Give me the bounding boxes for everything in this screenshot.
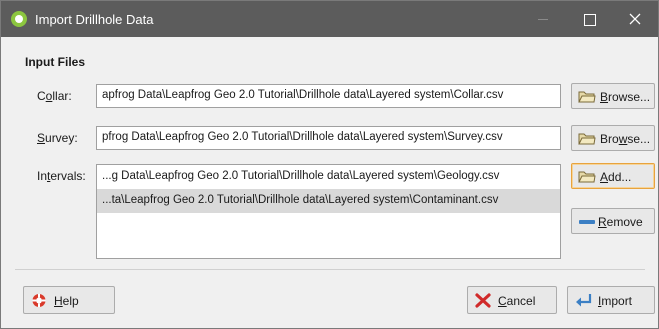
intervals-label: Intervals:	[37, 169, 86, 183]
folder-icon	[578, 91, 596, 103]
input-files-heading: Input Files	[25, 55, 85, 69]
import-drillhole-dialog: Import Drillhole Data Input Files Collar…	[0, 0, 659, 329]
red-x-cancel-icon	[475, 293, 491, 308]
survey-path-field[interactable]: pfrog Data\Leapfrog Geo 2.0 Tutorial\Dri…	[96, 126, 561, 150]
add-interval-button[interactable]: Add...	[571, 163, 655, 189]
survey-browse-button[interactable]: Browse...	[571, 125, 655, 151]
folder-icon	[578, 171, 596, 183]
lifebuoy-help-icon	[32, 294, 46, 307]
close-icon[interactable]	[612, 1, 658, 37]
window-title: Import Drillhole Data	[35, 12, 154, 27]
list-item-selected[interactable]: ...ta\Leapfrog Geo 2.0 Tutorial\Drillhol…	[97, 189, 560, 213]
minimize-icon[interactable]	[520, 1, 566, 37]
title-bar[interactable]: Import Drillhole Data	[1, 1, 658, 37]
collar-path-field[interactable]: apfrog Data\Leapfrog Geo 2.0 Tutorial\Dr…	[96, 84, 561, 108]
survey-label: Survey:	[37, 131, 78, 145]
footer-divider	[15, 269, 645, 270]
cancel-button[interactable]: Cancel	[467, 286, 557, 314]
maximize-icon[interactable]	[566, 1, 612, 37]
remove-interval-button[interactable]: Remove	[571, 208, 655, 234]
folder-icon	[578, 133, 596, 145]
leapfrog-app-icon	[11, 11, 27, 27]
list-item[interactable]: ...g Data\Leapfrog Geo 2.0 Tutorial\Dril…	[97, 165, 560, 189]
import-button[interactable]: Import	[567, 286, 655, 314]
intervals-file-list[interactable]: ...g Data\Leapfrog Geo 2.0 Tutorial\Dril…	[96, 164, 561, 259]
collar-label: Collar:	[37, 89, 72, 103]
help-button[interactable]: Help	[23, 286, 115, 314]
collar-browse-button[interactable]: Browse...	[571, 83, 655, 109]
minus-icon	[579, 220, 595, 224]
import-arrow-icon	[576, 294, 592, 307]
